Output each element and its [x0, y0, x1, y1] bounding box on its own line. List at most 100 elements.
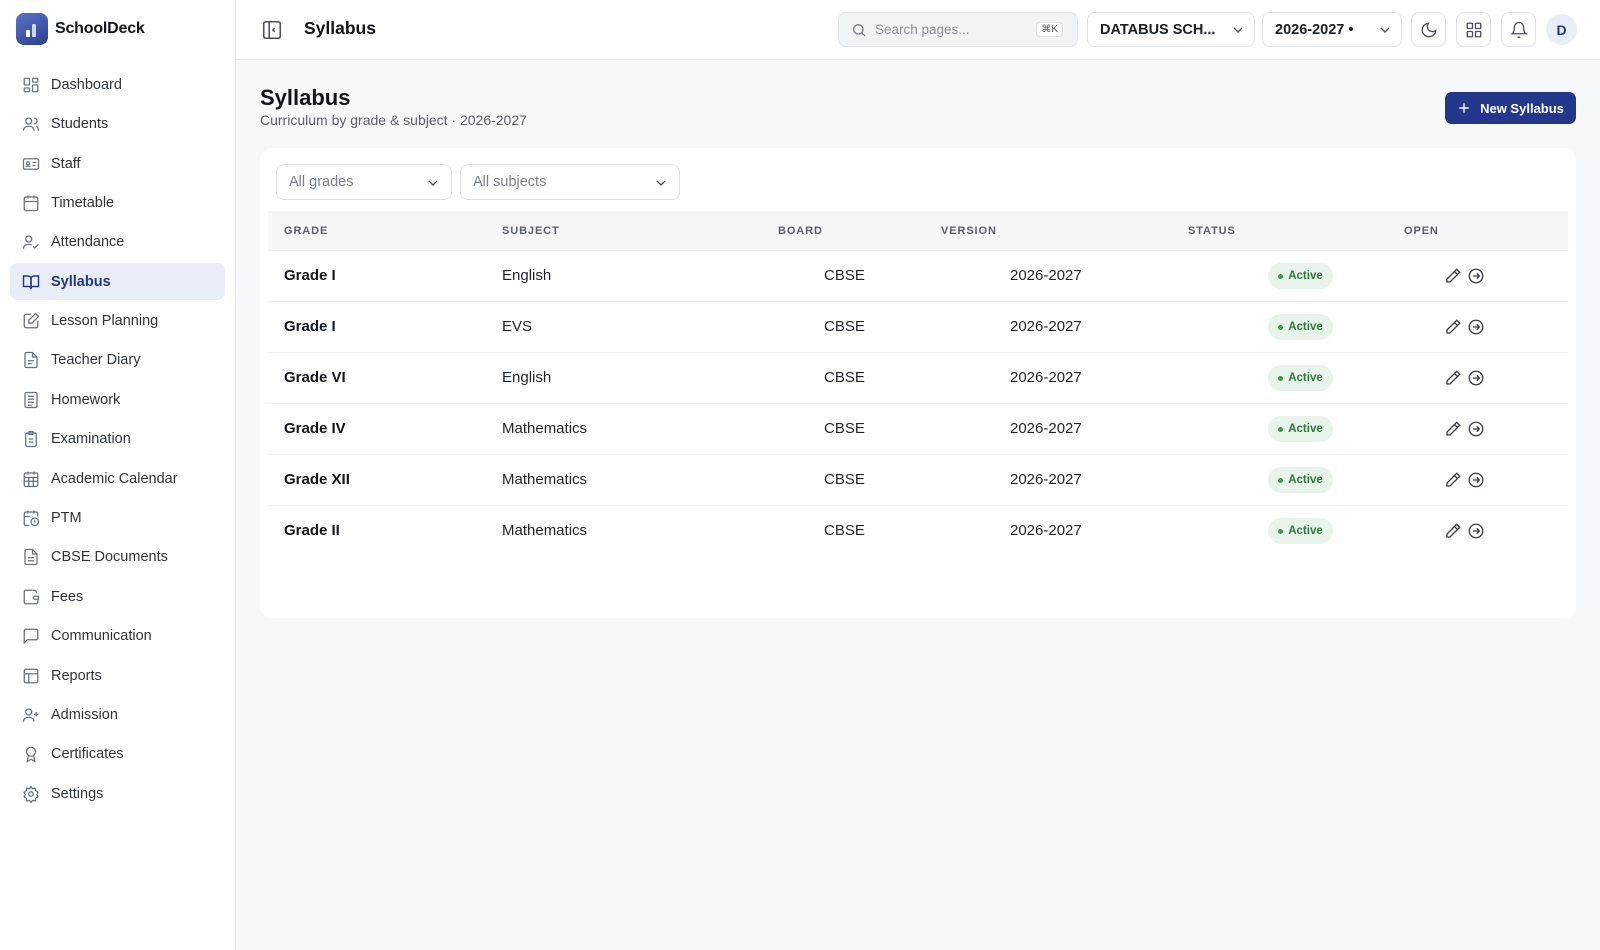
- grade-filter[interactable]: All grades: [276, 164, 452, 200]
- school-select[interactable]: DATABUS SCH...: [1087, 12, 1255, 47]
- status-label: Active: [1288, 525, 1323, 537]
- sidebar-item-timetable[interactable]: Timetable: [10, 184, 225, 222]
- sidebar-item-settings[interactable]: Settings: [10, 775, 225, 813]
- chevron-down-icon: [1233, 27, 1243, 33]
- sidebar-item-teacher-diary[interactable]: Teacher Diary: [10, 342, 225, 380]
- search-shortcut: ⌘K: [1036, 22, 1063, 37]
- sidebar-item-label: PTM: [51, 510, 82, 527]
- status-badge: Active: [1268, 263, 1333, 289]
- table-icon: [23, 668, 39, 683]
- sidebar-item-dashboard[interactable]: Dashboard: [10, 66, 225, 104]
- cell-version: 2026-2027: [1010, 471, 1082, 488]
- edit-icon[interactable]: [1444, 267, 1462, 285]
- table-row[interactable]: Grade I English CBSE 2026-2027 Active: [268, 251, 1568, 302]
- cell-version: 2026-2027: [1010, 369, 1082, 386]
- status-badge: Active: [1268, 314, 1333, 340]
- edit-icon[interactable]: [1444, 420, 1462, 438]
- table-row[interactable]: Grade IV Mathematics CBSE 2026-2027 Acti…: [268, 404, 1568, 455]
- sidebar-item-examination[interactable]: Examination: [10, 421, 225, 459]
- search-box[interactable]: ⌘K: [838, 12, 1078, 47]
- status-label: Active: [1288, 270, 1323, 282]
- sidebar-item-students[interactable]: Students: [10, 105, 225, 143]
- table-row[interactable]: Grade I EVS CBSE 2026-2027 Active: [268, 302, 1568, 353]
- year-select[interactable]: 2026-2027 •: [1262, 12, 1402, 47]
- cell-version: 2026-2027: [1010, 267, 1082, 284]
- open-arrow-icon[interactable]: [1467, 267, 1485, 285]
- table-row[interactable]: Grade VI English CBSE 2026-2027 Active: [268, 353, 1568, 404]
- moon-icon: [1421, 21, 1437, 37]
- status-badge: Active: [1268, 416, 1333, 442]
- chevron-down-icon: [428, 180, 438, 186]
- subject-filter[interactable]: All subjects: [460, 164, 680, 200]
- table-row[interactable]: Grade XII Mathematics CBSE 2026-2027 Act…: [268, 455, 1568, 506]
- edit-icon[interactable]: [1444, 471, 1462, 489]
- sidebar-nav: Dashboard Students Staff Timetable Atten…: [10, 66, 225, 814]
- cell-grade: Grade I: [284, 318, 336, 335]
- column-header-grade[interactable]: GRADE: [284, 225, 328, 237]
- sidebar-item-reports[interactable]: Reports: [10, 657, 225, 695]
- sidebar-item-attendance[interactable]: Attendance: [10, 224, 225, 262]
- sidebar-item-admission[interactable]: Admission: [10, 696, 225, 734]
- edit-doc-icon: [23, 312, 40, 329]
- open-arrow-icon[interactable]: [1467, 318, 1485, 336]
- column-header-status[interactable]: STATUS: [1188, 225, 1236, 237]
- calendar-clock-icon: [23, 510, 40, 527]
- status-dot: [1278, 528, 1284, 534]
- sidebar-toggle-icon[interactable]: [261, 19, 283, 41]
- apps-button[interactable]: [1456, 12, 1491, 47]
- sidebar-item-label: Students: [51, 116, 109, 133]
- open-arrow-icon[interactable]: [1467, 420, 1485, 438]
- users-icon: [22, 117, 40, 131]
- sidebar-item-certificates[interactable]: Certificates: [10, 736, 225, 774]
- clipboard-icon: [25, 431, 37, 448]
- notebook-icon: [24, 352, 38, 369]
- edit-icon[interactable]: [1444, 318, 1462, 336]
- year-select-value: 2026-2027 •: [1275, 21, 1354, 38]
- table-row[interactable]: Grade II Mathematics CBSE 2026-2027 Acti…: [268, 506, 1568, 557]
- sidebar-item-staff[interactable]: Staff: [10, 145, 225, 183]
- sidebar-item-communication[interactable]: Communication: [10, 617, 225, 655]
- page-subtitle: Curriculum by grade & subject · 2026-202…: [260, 112, 527, 128]
- id-card-icon: [22, 157, 40, 170]
- search-input[interactable]: [875, 22, 1035, 37]
- book-icon: [22, 274, 40, 289]
- chevron-down-icon: [1380, 27, 1390, 33]
- open-arrow-icon[interactable]: [1467, 522, 1485, 540]
- theme-toggle-button[interactable]: [1411, 12, 1446, 47]
- sidebar-item-syllabus[interactable]: Syllabus: [10, 262, 225, 301]
- cell-grade: Grade IV: [284, 420, 346, 437]
- brand[interactable]: SchoolDeck: [16, 13, 145, 45]
- column-header-version[interactable]: VERSION: [941, 225, 997, 237]
- new-syllabus-button[interactable]: New Syllabus: [1445, 92, 1576, 124]
- status-label: Active: [1288, 321, 1323, 333]
- calendar-grid-icon: [23, 471, 39, 487]
- notifications-button[interactable]: [1501, 12, 1536, 47]
- main-content: Syllabus Curriculum by grade & subject ·…: [236, 60, 1600, 950]
- status-badge: Active: [1268, 518, 1333, 544]
- calendar-icon: [23, 195, 39, 212]
- sidebar-item-label: Communication: [51, 628, 152, 645]
- cell-version: 2026-2027: [1010, 522, 1082, 539]
- status-label: Active: [1288, 474, 1323, 486]
- column-header-open: OPEN: [1404, 225, 1439, 237]
- sidebar-item-academic-calendar[interactable]: Academic Calendar: [10, 460, 225, 498]
- award-icon: [25, 747, 37, 764]
- open-arrow-icon[interactable]: [1467, 369, 1485, 387]
- avatar[interactable]: D: [1546, 14, 1577, 45]
- sidebar-item-lesson-planning[interactable]: Lesson Planning: [10, 302, 225, 340]
- edit-icon[interactable]: [1444, 369, 1462, 387]
- sidebar-item-label: Settings: [51, 785, 104, 802]
- sidebar-item-cbse-documents[interactable]: CBSE Documents: [10, 539, 225, 577]
- open-arrow-icon[interactable]: [1467, 471, 1485, 489]
- edit-icon[interactable]: [1444, 522, 1462, 540]
- column-header-subject[interactable]: SUBJECT: [502, 225, 560, 237]
- sidebar-item-ptm[interactable]: PTM: [10, 499, 225, 537]
- dashboard-icon: [23, 77, 39, 93]
- sidebar-item-fees[interactable]: Fees: [10, 578, 225, 616]
- sidebar-item-homework[interactable]: Homework: [10, 381, 225, 419]
- sidebar-item-label: Homework: [51, 391, 121, 408]
- sidebar: SchoolDeck Dashboard Students Staff Time…: [0, 0, 236, 950]
- column-header-board[interactable]: BOARD: [778, 225, 823, 237]
- sidebar-item-label: Staff: [51, 155, 81, 172]
- cell-grade: Grade XII: [284, 471, 350, 488]
